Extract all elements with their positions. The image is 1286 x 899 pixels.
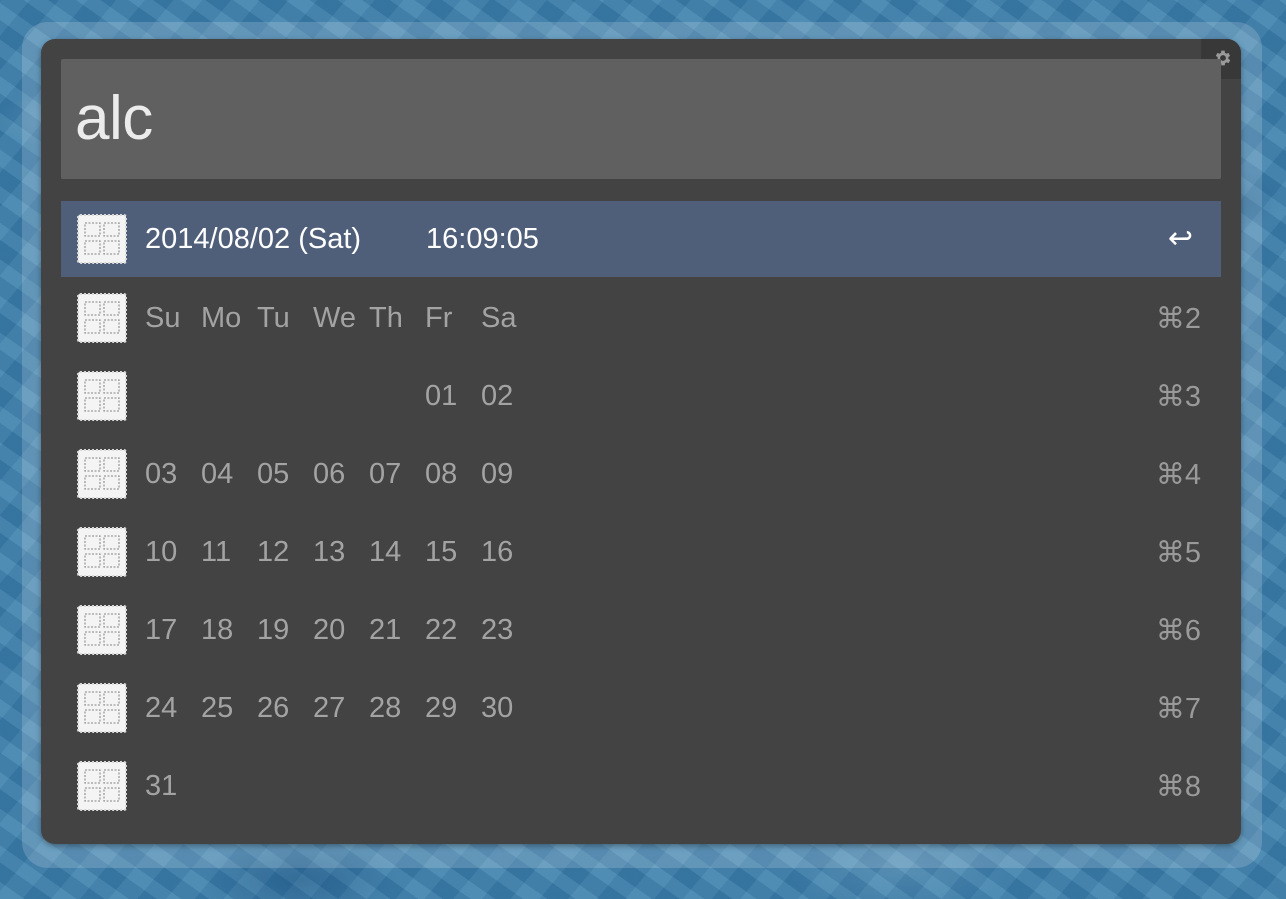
calendar-grid-glyph xyxy=(77,527,127,577)
day-cell-friday: 08 xyxy=(425,458,458,490)
calendar-grid-icon xyxy=(77,293,127,343)
weekday-label-monday: Mo xyxy=(201,302,242,334)
result-row-week[interactable]: 01 02 ⌘3 xyxy=(61,357,1221,435)
result-row-week[interactable]: 10 11 12 13 14 15 16 ⌘5 xyxy=(61,513,1221,591)
day-cell-sunday: 24 xyxy=(145,692,178,724)
calendar-grid-icon xyxy=(77,761,127,811)
result-row-week[interactable]: 03 04 05 06 07 08 09 ⌘4 xyxy=(61,435,1221,513)
calendar-grid-icon xyxy=(77,683,127,733)
day-cell-tuesday: 19 xyxy=(257,614,290,646)
day-cell-wednesday: 20 xyxy=(313,614,346,646)
calendar-grid-glyph xyxy=(77,761,127,811)
result-row-week[interactable]: 17 18 19 20 21 22 23 ⌘6 xyxy=(61,591,1221,669)
day-cell-friday: 22 xyxy=(425,614,458,646)
day-cell-wednesday: 27 xyxy=(313,692,346,724)
weekday-label-friday: Fr xyxy=(425,302,453,334)
result-row-weekdays[interactable]: Su Mo Tu We Th Fr Sa ⌘2 xyxy=(61,279,1221,357)
day-cell-thursday: 07 xyxy=(369,458,402,490)
day-cell-sunday: 17 xyxy=(145,614,178,646)
day-cell-sunday: 10 xyxy=(145,536,178,568)
shortcut-label: ⌘3 xyxy=(1155,381,1201,413)
calendar-grid-icon xyxy=(77,371,127,421)
shortcut-label: ⌘6 xyxy=(1155,615,1201,647)
shortcut-label: ⌘7 xyxy=(1155,693,1201,725)
calendar-grid-icon xyxy=(77,214,127,264)
day-cell-thursday: 21 xyxy=(369,614,402,646)
day-cell-tuesday: 05 xyxy=(257,458,290,490)
result-row-week[interactable]: 24 25 26 27 28 29 30 ⌘7 xyxy=(61,669,1221,747)
day-cell-wednesday: 13 xyxy=(313,536,346,568)
calendar-grid-glyph xyxy=(77,605,127,655)
calendar-grid-glyph xyxy=(77,371,127,421)
shortcut-label: ⌘5 xyxy=(1155,537,1201,569)
day-cell-saturday: 30 xyxy=(481,692,514,724)
day-cell-sunday: 03 xyxy=(145,458,178,490)
calendar-grid-icon xyxy=(77,605,127,655)
day-cell-monday: 11 xyxy=(201,536,232,568)
result-row-datetime[interactable]: 2014/08/02 (Sat) 16:09:05 ↩ xyxy=(61,201,1221,277)
weekday-label-saturday: Sa xyxy=(481,302,517,334)
shortcut-label: ⌘2 xyxy=(1155,303,1201,335)
calendar-grid-glyph xyxy=(77,683,127,733)
return-key-icon: ↩ xyxy=(1167,222,1193,255)
calendar-grid-icon xyxy=(77,527,127,577)
weekday-label-tuesday: Tu xyxy=(257,302,290,334)
weekday-label-thursday: Th xyxy=(369,302,403,334)
day-cell-saturday: 23 xyxy=(481,614,514,646)
day-cell-sunday: 31 xyxy=(145,770,178,802)
day-cell-thursday: 14 xyxy=(369,536,402,568)
launcher-window: alc 2014/08/02 (Sat) 16:09:05 ↩ Su Mo Tu We… xyxy=(41,39,1241,844)
day-cell-saturday: 09 xyxy=(481,458,514,490)
day-cell-wednesday: 06 xyxy=(313,458,346,490)
day-cell-friday: 01 xyxy=(425,380,458,412)
day-cell-friday: 15 xyxy=(425,536,458,568)
search-input[interactable]: alc xyxy=(61,59,1221,179)
day-cell-saturday: 02 xyxy=(481,380,514,412)
day-cell-saturday: 16 xyxy=(481,536,514,568)
day-cell-monday: 18 xyxy=(201,614,234,646)
weekday-label-wednesday: We xyxy=(313,302,356,334)
shortcut-label: ⌘8 xyxy=(1155,771,1201,803)
result-date: 2014/08/02 (Sat) xyxy=(145,223,362,255)
result-time: 16:09:05 xyxy=(426,223,539,255)
day-cell-tuesday: 12 xyxy=(257,536,290,568)
day-cell-monday: 25 xyxy=(201,692,234,724)
calendar-grid-glyph xyxy=(77,293,127,343)
day-cell-tuesday: 26 xyxy=(257,692,290,724)
day-cell-monday: 04 xyxy=(201,458,234,490)
calendar-grid-glyph xyxy=(77,449,127,499)
result-row-week[interactable]: 31 ⌘8 xyxy=(61,747,1221,825)
results-list: 2014/08/02 (Sat) 16:09:05 ↩ Su Mo Tu We Th Fr… xyxy=(61,201,1221,825)
shortcut-label: ⌘4 xyxy=(1155,459,1201,491)
calendar-grid-glyph xyxy=(77,214,127,264)
calendar-grid-icon xyxy=(77,449,127,499)
day-cell-thursday: 28 xyxy=(369,692,402,724)
weekday-label-sunday: Su xyxy=(145,302,181,334)
day-cell-friday: 29 xyxy=(425,692,458,724)
